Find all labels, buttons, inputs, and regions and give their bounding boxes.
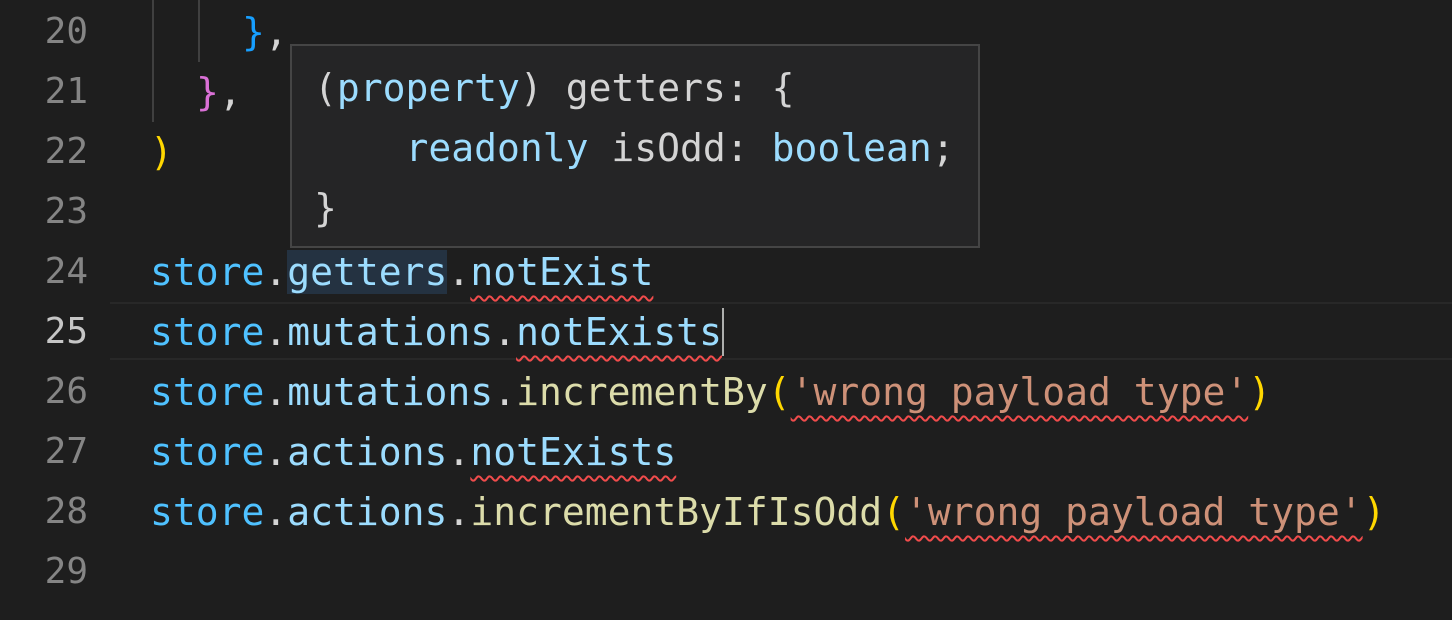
hover-line: (property) getters: {: [314, 58, 978, 118]
dot: .: [264, 430, 288, 474]
open-paren: (: [882, 490, 906, 534]
hover-type: boolean: [771, 126, 932, 170]
code-editor[interactable]: 20 21 22 23 24 25 26 27 28 29 }, }, ) st…: [0, 0, 1452, 620]
line-number: 29: [44, 551, 88, 592]
open-paren: (: [767, 370, 791, 414]
code-line-21: },: [196, 62, 242, 122]
line-number: 22: [44, 131, 88, 172]
actions-identifier[interactable]: actions: [287, 490, 447, 534]
line-number-gutter: 20 21 22 23 24 25 26 27 28 29: [0, 0, 110, 620]
dot: .: [493, 310, 517, 354]
actions-identifier[interactable]: actions: [287, 430, 447, 474]
hover-line: readonly isOdd: boolean;: [314, 118, 978, 178]
paren: (: [314, 66, 337, 110]
close-brace: }: [242, 10, 265, 54]
code-line-22: ): [150, 122, 173, 182]
hover-kind: property: [336, 66, 520, 110]
error-token[interactable]: notExists: [516, 310, 722, 354]
hover-prop-name: isOdd:: [588, 126, 772, 170]
line-number: 23: [44, 191, 88, 232]
function-name[interactable]: incrementByIfIsOdd: [470, 490, 882, 534]
text-cursor: [721, 307, 724, 356]
hover-modifier: readonly: [405, 126, 589, 170]
paren: ): [519, 66, 543, 110]
close-brace: }: [196, 70, 219, 114]
semicolon: ;: [931, 126, 955, 170]
comma: ,: [264, 10, 288, 54]
error-string-argument[interactable]: 'wrong payload type': [791, 370, 1249, 414]
line-number: 27: [44, 431, 88, 472]
error-string-argument[interactable]: 'wrong payload type': [905, 490, 1363, 534]
line-number: 21: [44, 71, 88, 112]
dot: .: [447, 250, 471, 294]
store-identifier: store: [150, 310, 265, 354]
mutations-identifier[interactable]: mutations: [287, 310, 493, 354]
close-brace: }: [314, 186, 337, 230]
code-line-24: store.getters.notExist: [150, 242, 653, 302]
store-identifier: store: [150, 430, 265, 474]
close-paren: ): [150, 130, 173, 174]
line-number: 20: [44, 11, 88, 52]
dot: .: [264, 250, 288, 294]
code-line-26: store.mutations.incrementBy('wrong paylo…: [150, 362, 1271, 422]
store-identifier: store: [150, 370, 265, 414]
code-line-20: },: [242, 2, 288, 62]
dot: .: [447, 430, 471, 474]
error-token[interactable]: notExists: [470, 430, 676, 474]
comma: ,: [218, 70, 242, 114]
mutations-identifier[interactable]: mutations: [287, 370, 493, 414]
store-identifier: store: [150, 490, 265, 534]
line-number: 28: [44, 491, 88, 532]
close-paren: ): [1248, 370, 1272, 414]
hover-line: }: [314, 178, 978, 238]
line-number-active: 25: [44, 311, 88, 352]
dot: .: [264, 370, 288, 414]
code-line-25: store.mutations.notExists: [150, 302, 724, 362]
code-line-27: store.actions.notExists: [150, 422, 676, 482]
error-token[interactable]: notExist: [470, 250, 653, 294]
close-paren: ): [1362, 490, 1386, 534]
line-number: 24: [44, 251, 88, 292]
function-name[interactable]: incrementBy: [516, 370, 768, 414]
getters-identifier[interactable]: getters: [287, 250, 448, 294]
dot: .: [264, 490, 288, 534]
dot: .: [493, 370, 517, 414]
hover-tooltip: (property) getters: { readonly isOdd: bo…: [290, 44, 980, 248]
code-line-28: store.actions.incrementByIfIsOdd('wrong …: [150, 482, 1385, 542]
store-identifier: store: [150, 250, 265, 294]
hover-signature: getters: {: [542, 66, 795, 110]
line-number: 26: [44, 371, 88, 412]
dot: .: [447, 490, 471, 534]
dot: .: [264, 310, 288, 354]
